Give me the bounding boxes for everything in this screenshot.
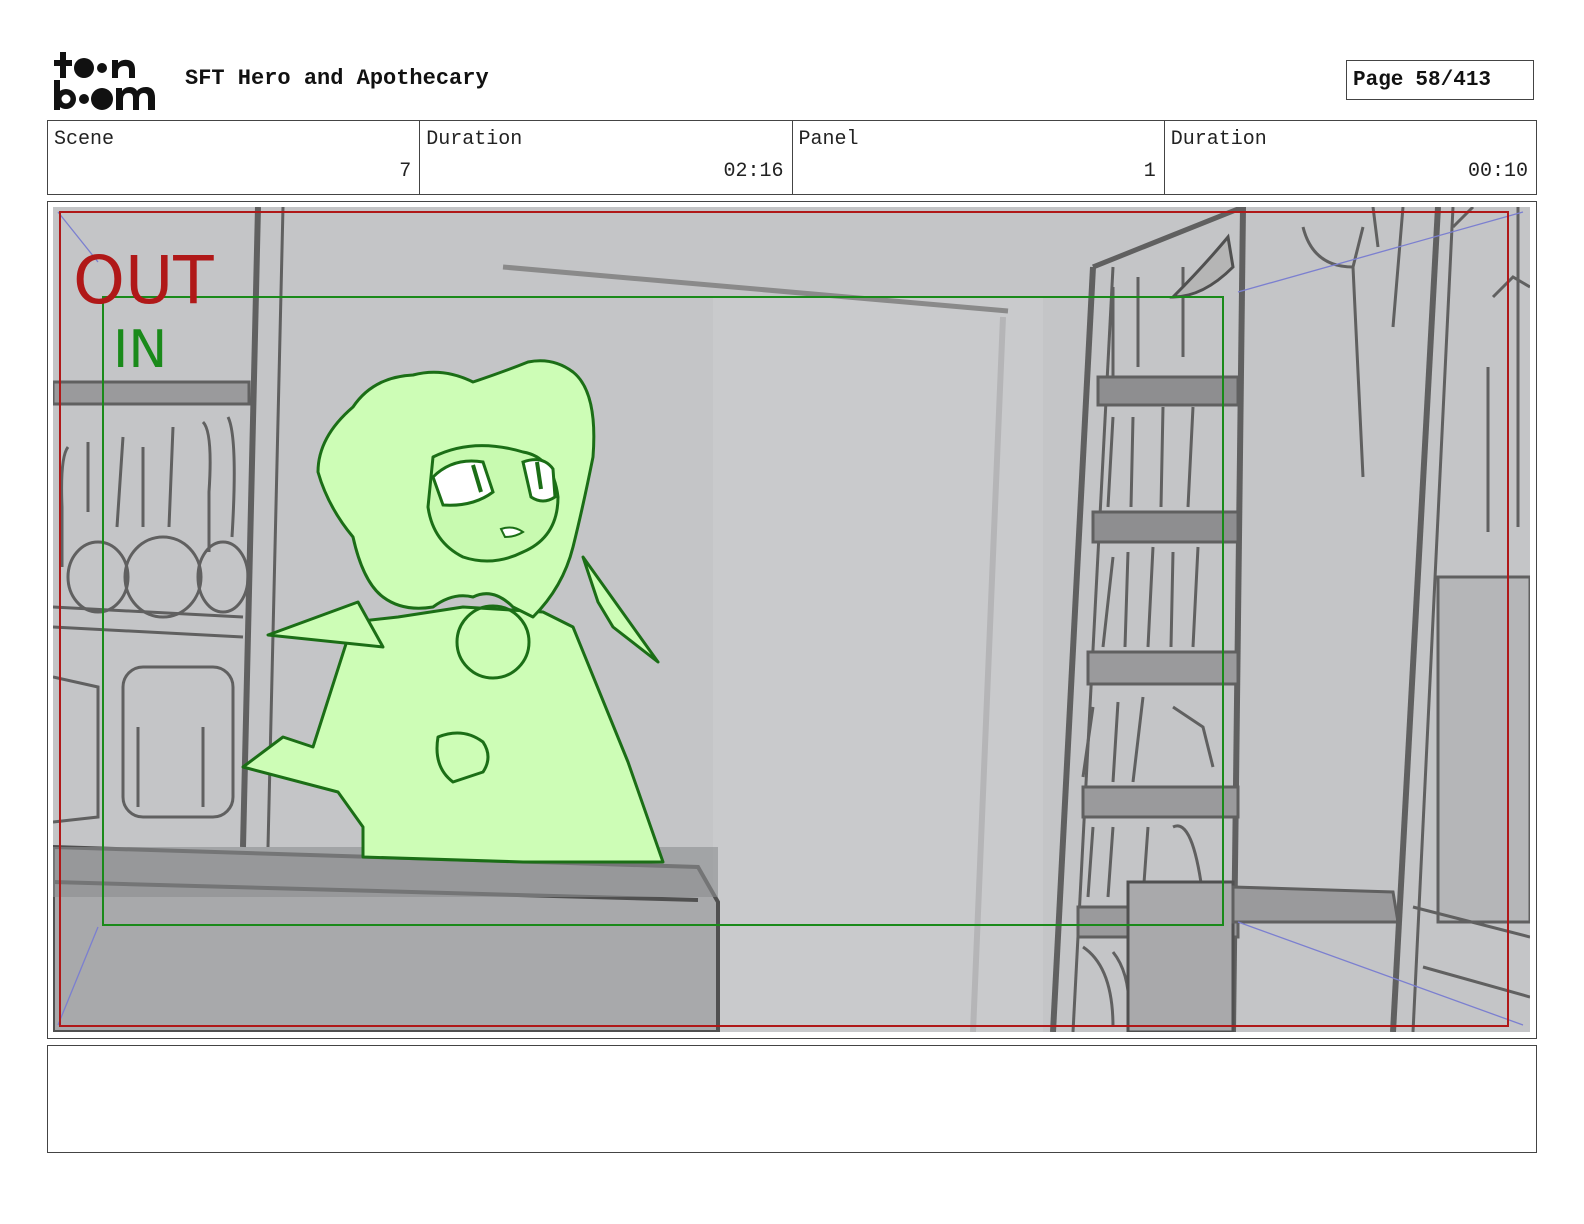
info-row: Scene 7 Duration 02:16 Panel 1 Duration …: [47, 120, 1537, 195]
panel-notes[interactable]: [47, 1045, 1537, 1153]
scene-value: 7: [399, 160, 412, 183]
panel-duration-label: Duration: [1170, 128, 1267, 151]
in-label: IN: [113, 320, 167, 380]
side-shelf: [1231, 885, 1400, 924]
toonboom-logo-mark: [54, 52, 155, 110]
panel-cell: Panel 1: [793, 121, 1165, 194]
panel-value: 1: [1143, 160, 1156, 183]
page-label: Page: [1353, 68, 1404, 92]
scene-duration-cell: Duration 02:16: [420, 121, 793, 194]
scene-cell: Scene 7: [48, 121, 421, 194]
panel-drawing: OUT IN: [53, 207, 1530, 1032]
storyboard-panel: OUT IN: [47, 201, 1537, 1039]
front-crate: [1126, 880, 1235, 1032]
page-indicator: Page 58/413: [1346, 60, 1534, 100]
toonboom-logo: [50, 50, 165, 112]
panel-duration-value: 00:10: [1467, 160, 1528, 183]
panel-duration-cell: Duration 00:10: [1165, 121, 1536, 194]
panel-label: Panel: [798, 128, 859, 151]
page-number: 58/413: [1415, 68, 1492, 92]
project-title: SFT Hero and Apothecary: [185, 66, 489, 91]
out-label: OUT: [73, 242, 214, 319]
back-wall: [713, 297, 1043, 1032]
scene-label: Scene: [54, 128, 115, 151]
scene-duration-label: Duration: [426, 128, 523, 151]
scene-duration-value: 02:16: [723, 160, 784, 183]
